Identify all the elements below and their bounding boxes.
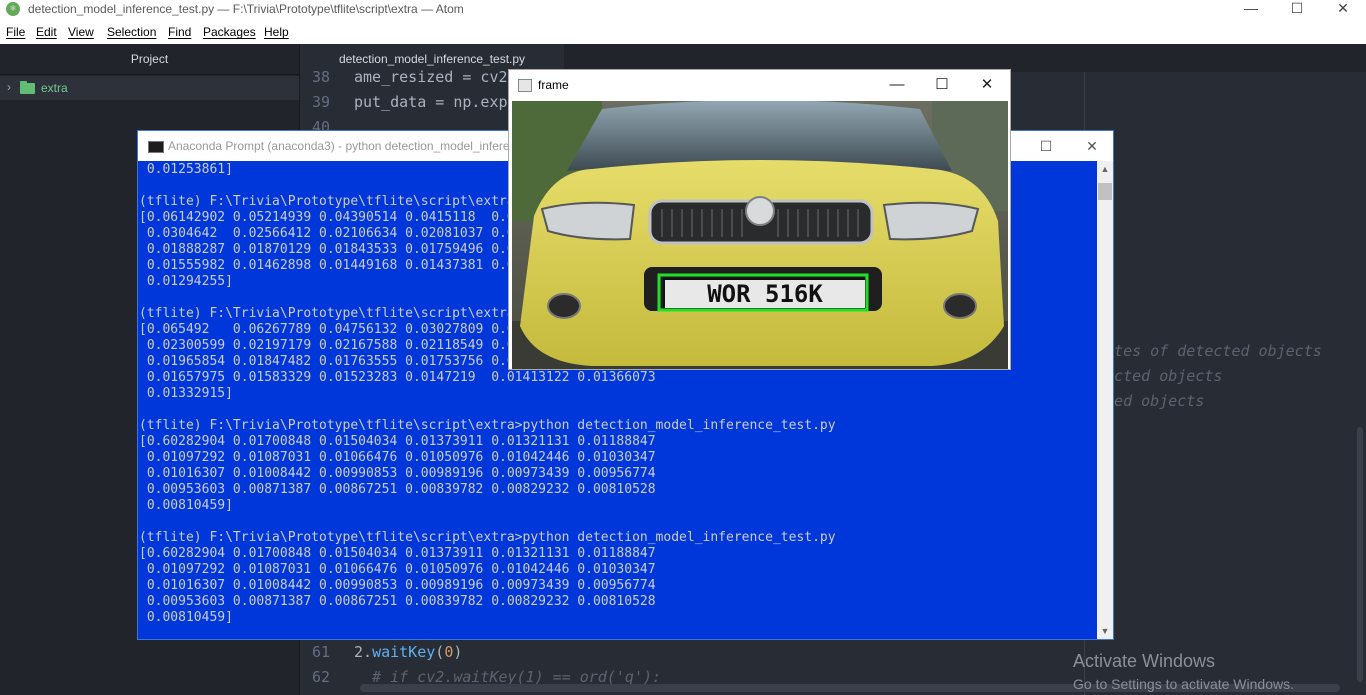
frame-maximize-button[interactable]: ☐ (920, 74, 964, 96)
code-line: 38 ame_resized = cv2 (311, 68, 508, 86)
frame-minimize-button[interactable]: — (875, 74, 919, 96)
scroll-down-arrow-icon[interactable]: ▼ (1097, 623, 1113, 639)
detection-frame-image: WOR 516K (512, 101, 1008, 369)
license-plate-text: WOR 516K (707, 280, 823, 308)
console-close-button[interactable]: ✕ (1070, 135, 1114, 157)
window-icon (518, 79, 532, 92)
menu-packages[interactable]: Packages (203, 25, 256, 39)
console-scrollbar[interactable]: ▲ ▼ (1097, 161, 1113, 639)
console-line: 0.00953603 0.00871387 0.00867251 0.00839… (139, 482, 656, 497)
console-maximize-button[interactable]: ☐ (1024, 135, 1068, 157)
console-line: (tflite) F:\Trivia\Prototype\tflite\scri… (139, 418, 836, 433)
folder-icon (20, 81, 35, 94)
atom-menubar: File Edit View Selection Find Packages H… (0, 20, 1366, 44)
console-line: 0.01097292 0.01087031 0.01066476 0.01050… (139, 450, 656, 465)
terminal-icon (148, 141, 164, 153)
menu-edit[interactable]: Edit (36, 25, 57, 39)
frame-titlebar: frame — ☐ ✕ (509, 70, 1010, 100)
menu-view[interactable]: View (68, 25, 94, 39)
code-line: 61 2.waitKey(0) (311, 643, 463, 661)
menu-find[interactable]: Find (168, 25, 191, 39)
code-comment-fragment: tected objects (1096, 367, 1223, 385)
console-line: 0.01016307 0.01008442 0.00990853 0.00989… (139, 466, 656, 481)
atom-window-title: detection_model_inference_test.py — F:\T… (28, 2, 464, 16)
atom-minimize-button[interactable]: — (1228, 0, 1274, 20)
console-line: 0.01016307 0.01008442 0.00990853 0.00989… (139, 578, 656, 593)
activate-windows-subtitle: Go to Settings to activate Windows. (1073, 676, 1294, 692)
console-line: 0.01097292 0.01087031 0.01066476 0.01050… (139, 562, 656, 577)
menu-help[interactable]: Help (264, 25, 289, 39)
atom-maximize-button[interactable]: ☐ (1274, 0, 1320, 20)
chevron-right-icon: › (7, 80, 11, 94)
atom-titlebar: ⚛ detection_model_inference_test.py — F:… (0, 0, 1366, 20)
frame-title: frame (538, 78, 569, 92)
console-line: (tflite) F:\Trivia\Prototype\tflite\scri… (139, 530, 836, 545)
activate-windows-title: Activate Windows (1073, 651, 1216, 671)
console-line: 0.00953603 0.00871387 0.00867251 0.00839… (139, 594, 656, 609)
menu-selection[interactable]: Selection (107, 25, 156, 39)
atom-logo-icon: ⚛ (6, 2, 20, 16)
opencv-frame-window[interactable]: frame — ☐ ✕ WOR 516K (508, 69, 1011, 370)
tree-item-label: extra (41, 81, 68, 95)
console-line: [0.60282904 0.01700848 0.01504034 0.0137… (139, 434, 656, 449)
console-line: 0.01332915] (139, 386, 233, 401)
atom-close-button[interactable]: ✕ (1320, 0, 1366, 20)
code-line: 39 put_data = np.exp (311, 93, 508, 111)
menu-file[interactable]: File (6, 25, 25, 39)
tree-item-extra[interactable]: › extra (0, 76, 299, 100)
console-scroll-thumb[interactable] (1098, 183, 1112, 200)
scroll-up-arrow-icon[interactable]: ▲ (1097, 161, 1113, 177)
code-comment-fragment: nates of detected objects (1096, 342, 1322, 360)
console-line: 0.00810459] (139, 610, 233, 625)
console-line: 0.01657975 0.01583329 0.01523283 0.01472… (139, 370, 656, 385)
console-line: [0.60282904 0.01700848 0.01504034 0.0137… (139, 546, 656, 561)
car-photo: WOR 516K (512, 101, 1008, 369)
project-tree-header[interactable]: Project (0, 44, 299, 75)
frame-close-button[interactable]: ✕ (965, 74, 1009, 96)
editor-vertical-scrollbar[interactable] (1357, 427, 1363, 682)
console-line: 0.00810459] (139, 498, 233, 513)
